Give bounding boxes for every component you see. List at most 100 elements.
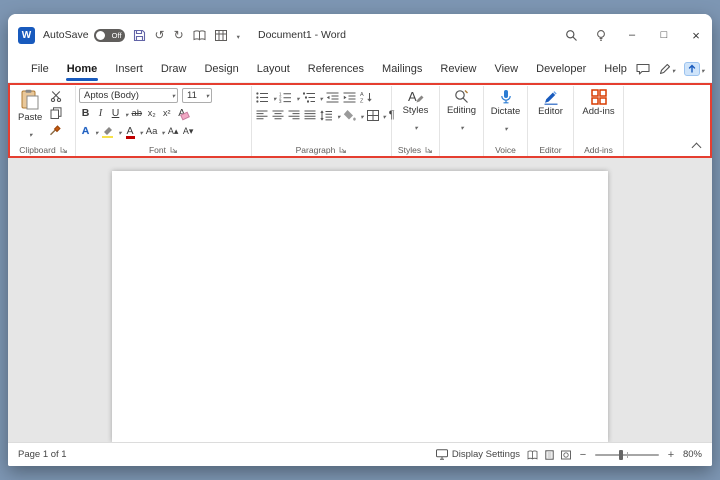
redo-icon[interactable]: ↻ — [174, 29, 184, 41]
change-case-button[interactable]: Aa — [145, 124, 159, 139]
decrease-indent-icon[interactable] — [325, 90, 340, 105]
font-group-label: Font — [79, 144, 248, 158]
paragraph-dialog-launcher-icon[interactable] — [339, 146, 347, 154]
styles-button[interactable]: A Styles — [395, 87, 436, 135]
font-dialog-launcher-icon[interactable] — [170, 146, 178, 154]
bullets-chevron-icon[interactable] — [272, 88, 276, 106]
undo-icon[interactable]: ↺ — [155, 29, 165, 41]
italic-button[interactable]: I — [94, 106, 107, 121]
text-effects-chevron-icon[interactable] — [94, 122, 98, 140]
sort-icon[interactable]: AZ — [359, 90, 374, 105]
print-layout-icon[interactable] — [545, 449, 554, 460]
increase-indent-icon[interactable] — [342, 90, 357, 105]
highlight-chevron-icon[interactable] — [117, 122, 121, 140]
strikethrough-button[interactable]: ab — [130, 106, 143, 121]
tab-help[interactable]: Help — [595, 56, 636, 82]
tab-view[interactable]: View — [485, 56, 527, 82]
tab-insert[interactable]: Insert — [106, 56, 152, 82]
clear-formatting-button[interactable]: A — [175, 106, 188, 121]
subscript-button[interactable]: x₂ — [145, 106, 158, 121]
autosave-toggle[interactable]: Off — [93, 28, 125, 42]
tab-mailings[interactable]: Mailings — [373, 56, 431, 82]
share-icon[interactable] — [684, 60, 704, 78]
align-center-icon[interactable] — [271, 108, 285, 123]
tab-file[interactable]: File — [22, 56, 58, 82]
copy-icon[interactable] — [49, 106, 62, 120]
justify-icon[interactable] — [303, 108, 317, 123]
zoom-slider-thumb[interactable] — [618, 449, 623, 460]
tab-layout[interactable]: Layout — [248, 56, 299, 82]
addins-button[interactable]: Add-ins — [577, 87, 620, 117]
align-right-icon[interactable] — [287, 108, 301, 123]
paste-button[interactable]: Paste — [15, 87, 45, 142]
editor-icon — [544, 91, 557, 105]
line-spacing-icon[interactable] — [319, 108, 334, 123]
status-bar: Page 1 of 1 Display Settings − + 80% — [8, 442, 712, 466]
line-spacing-chevron-icon[interactable] — [336, 106, 340, 124]
editor-button[interactable]: Editor — [531, 87, 570, 117]
tab-design[interactable]: Design — [195, 56, 247, 82]
display-settings-button[interactable]: Display Settings — [435, 449, 520, 460]
maximize-button[interactable]: □ — [648, 14, 680, 56]
numbering-button[interactable]: 123 — [278, 90, 293, 105]
text-effects-button[interactable]: A — [79, 124, 92, 139]
ribbon: Paste Clipboard — [8, 82, 712, 158]
multilevel-list-button[interactable] — [302, 90, 317, 105]
grow-font-button[interactable]: A▴ — [167, 124, 180, 139]
tab-review[interactable]: Review — [431, 56, 485, 82]
editing-button[interactable]: Editing — [443, 87, 480, 135]
font-color-button[interactable]: A — [124, 124, 137, 139]
zoom-slider[interactable] — [594, 449, 659, 460]
align-left-icon[interactable] — [255, 108, 269, 123]
font-name-combobox[interactable]: Aptos (Body) — [79, 88, 178, 103]
cut-icon[interactable] — [49, 89, 62, 103]
font-size-combobox[interactable]: 11 — [182, 88, 212, 103]
borders-chevron-icon[interactable] — [382, 106, 386, 124]
book-icon[interactable] — [193, 29, 206, 41]
voice-group-label: Voice — [495, 145, 516, 155]
bold-button[interactable]: B — [79, 106, 92, 121]
font-color-chevron-icon[interactable] — [139, 122, 143, 140]
borders-icon[interactable] — [366, 108, 380, 123]
bullets-button[interactable] — [255, 90, 270, 105]
superscript-button[interactable]: x² — [160, 106, 173, 121]
tab-draw[interactable]: Draw — [152, 56, 196, 82]
tab-references[interactable]: References — [299, 56, 373, 82]
format-painter-icon[interactable] — [49, 123, 62, 137]
change-case-chevron-icon[interactable] — [160, 122, 164, 140]
save-icon[interactable] — [133, 29, 146, 42]
clipboard-group: Paste Clipboard — [12, 86, 76, 158]
paragraph-group-label: Paragraph — [255, 144, 388, 158]
shrink-font-button[interactable]: A▾ — [182, 124, 195, 139]
zoom-level[interactable]: 80% — [683, 449, 702, 460]
document-page[interactable] — [112, 171, 608, 442]
shading-chevron-icon[interactable] — [359, 106, 363, 124]
numbering-chevron-icon[interactable] — [295, 88, 299, 106]
shading-icon[interactable] — [342, 108, 357, 123]
comments-icon[interactable] — [636, 63, 650, 75]
paragraph-group: 123 AZ — [252, 86, 395, 158]
multilevel-chevron-icon[interactable] — [319, 88, 323, 106]
close-button[interactable]: × — [680, 14, 712, 56]
text-highlight-button[interactable] — [100, 124, 115, 139]
table-icon[interactable] — [214, 29, 227, 41]
read-mode-icon[interactable] — [527, 450, 538, 460]
tab-home[interactable]: Home — [58, 56, 107, 82]
underline-button[interactable]: U — [109, 106, 122, 121]
clipboard-dialog-launcher-icon[interactable] — [60, 146, 68, 154]
lightbulb-icon[interactable] — [586, 29, 616, 42]
editing-mode-chevron-icon — [671, 60, 675, 78]
web-layout-icon[interactable] — [560, 450, 571, 460]
editing-mode-pen-icon[interactable] — [659, 60, 675, 78]
styles-dialog-launcher-icon[interactable] — [425, 146, 433, 154]
tab-developer[interactable]: Developer — [527, 56, 595, 82]
page-indicator[interactable]: Page 1 of 1 — [18, 449, 67, 460]
dictate-button[interactable]: Dictate — [487, 87, 524, 136]
underline-chevron-icon[interactable] — [124, 104, 128, 122]
zoom-out-button[interactable]: − — [578, 449, 588, 461]
qat-customize-chevron-icon[interactable] — [236, 26, 240, 44]
search-icon[interactable] — [556, 29, 586, 42]
zoom-in-button[interactable]: + — [666, 449, 676, 461]
minimize-button[interactable]: – — [616, 14, 648, 56]
word-logo-icon[interactable]: W — [18, 26, 35, 44]
